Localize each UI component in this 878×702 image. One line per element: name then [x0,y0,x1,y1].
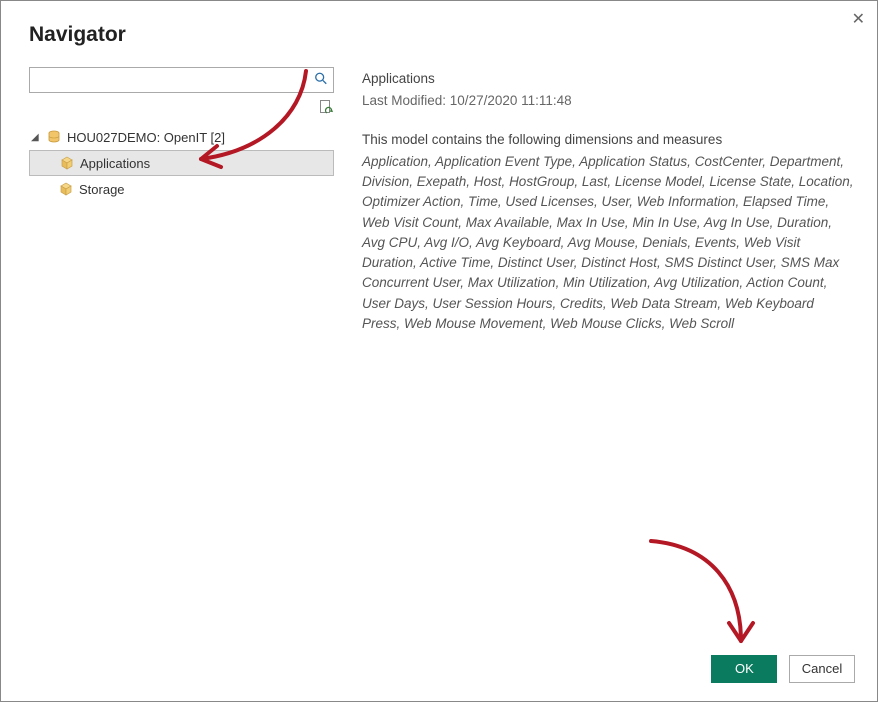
navigator-tree: ◢ HOU027DEMO: OpenIT [2] [29,124,334,202]
database-icon [47,130,61,144]
search-row [29,67,334,93]
search-input[interactable] [29,67,334,93]
close-button[interactable]: ✕ [852,9,865,29]
tree-item-storage[interactable]: Storage [29,176,334,202]
tree-item-applications[interactable]: Applications [29,150,334,176]
details-title: Applications [362,69,855,89]
tree-root-label: HOU027DEMO: OpenIT [2] [67,130,225,145]
navigator-left-pane: ◢ HOU027DEMO: OpenIT [2] [29,67,334,633]
cancel-button[interactable]: Cancel [789,655,855,683]
dialog-title: Navigator [29,23,849,47]
dialog-header: Navigator [1,1,877,57]
tree-item-label: Applications [80,156,150,171]
navigator-dialog: ✕ Navigator [0,0,878,702]
details-pane: Applications Last Modified: 10/27/2020 1… [362,67,855,633]
ok-button[interactable]: OK [711,655,777,683]
dialog-footer: OK Cancel [1,643,877,701]
details-dimensions: Application, Application Event Type, App… [362,152,855,334]
details-description-intro: This model contains the following dimens… [362,130,855,150]
tree-item-label: Storage [79,182,125,197]
cube-icon [59,182,73,196]
refresh-row [29,99,334,118]
tree-root-node[interactable]: ◢ HOU027DEMO: OpenIT [2] [29,124,334,150]
tree-caret-icon: ◢ [31,132,43,143]
dialog-body: ◢ HOU027DEMO: OpenIT [2] [1,57,877,643]
details-modified: Last Modified: 10/27/2020 11:11:48 [362,91,855,111]
cube-icon [60,156,74,170]
refresh-icon[interactable] [318,99,334,115]
